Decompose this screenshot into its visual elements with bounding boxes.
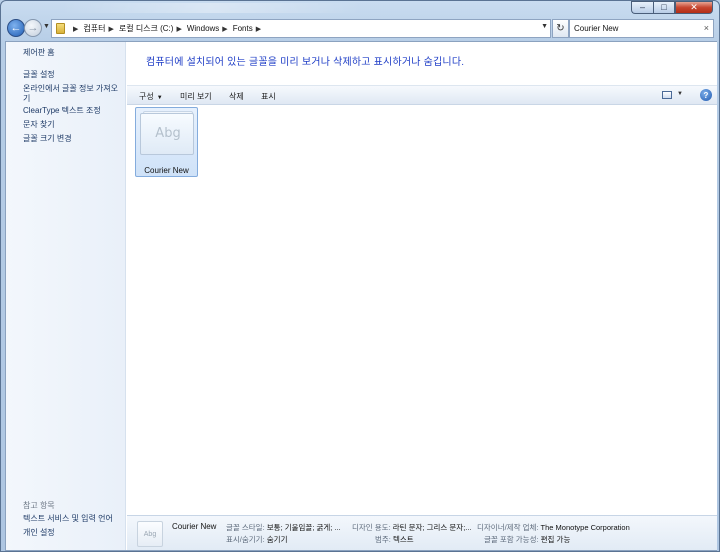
details-pane: Abg Courier New 글꼴 스타일: 보통; 기울임꼴; 굵게; ..…: [127, 515, 717, 550]
forward-button[interactable]: →: [24, 19, 42, 37]
font-file-icon: Abg: [140, 113, 194, 155]
breadcrumb-local-disk[interactable]: 로컬 디스크 (C:): [119, 23, 174, 34]
page-title: 컴퓨터에 설치되어 있는 글꼴을 미리 보거나 삭제하고 표시하거나 숨깁니다.: [146, 57, 465, 68]
help-button[interactable]: ?: [700, 89, 712, 101]
font-sample: Abg: [155, 126, 181, 141]
delete-button[interactable]: 삭제: [229, 91, 244, 102]
design-label: 디자인 용도:: [352, 523, 391, 532]
designer-label: 디자이너/제작 업체:: [477, 523, 539, 532]
breadcrumb-fonts[interactable]: Fonts: [233, 24, 253, 33]
explorer-client-area: 제어판 홈 글꼴 설정 온라인에서 글꼴 정보 가져오기 ClearType 텍…: [5, 41, 717, 551]
minimize-button[interactable]: –: [631, 1, 653, 14]
font-list: Abg Courier New: [127, 105, 717, 515]
view-options-dropdown-icon[interactable]: ▼: [677, 91, 683, 97]
category-value: 텍스트: [392, 535, 414, 544]
see-also-heading: 참고 항목: [23, 501, 55, 510]
sidebar-item-text-services[interactable]: 텍스트 서비스 및 입력 언어: [23, 514, 123, 524]
breadcrumb-windows[interactable]: Windows: [187, 24, 219, 33]
search-query: Courier New: [574, 24, 619, 33]
font-item-label: Courier New: [144, 166, 189, 175]
sidebar-item-font-settings[interactable]: 글꼴 설정: [23, 70, 123, 80]
address-bar[interactable]: ▶ 컴퓨터 ▶ 로컬 디스크 (C:) ▶ Windows ▶ Fonts ▶ …: [51, 19, 551, 38]
details-style: 글꼴 스타일: 보통; 기울임꼴; 굵게; ...: [226, 522, 341, 533]
sidebar-item-cleartype[interactable]: ClearType 텍스트 조정: [23, 106, 123, 116]
breadcrumb-computer[interactable]: 컴퓨터: [83, 23, 105, 34]
details-category: 범주: 텍스트: [375, 534, 414, 545]
embeddability-label: 글꼴 포함 가능성:: [484, 535, 539, 544]
back-button[interactable]: ←: [7, 19, 25, 37]
command-bar: 구성 ▼ 미리 보기 삭제 표시 ▼ ?: [127, 85, 717, 105]
show-hide-value: 숨기기: [266, 535, 288, 544]
refresh-button[interactable]: ↻: [552, 19, 569, 38]
show-button[interactable]: 표시: [261, 91, 276, 102]
details-design: 디자인 용도: 라틴 문자; 그리스 문자;...: [352, 522, 472, 533]
font-thumbnail-icon: Abg: [137, 521, 163, 547]
chevron-right-icon[interactable]: ▶: [108, 25, 113, 33]
address-history-dropdown-icon[interactable]: ▼: [541, 23, 548, 30]
navigation-bar: ← → ▼ ▶ 컴퓨터 ▶ 로컬 디스크 (C:) ▶ Windows ▶ Fo…: [1, 18, 720, 40]
designer-value: The Monotype Corporation: [540, 523, 630, 532]
sidebar-item-character-map[interactable]: 문자 찾기: [23, 120, 123, 130]
chevron-right-icon[interactable]: ▶: [176, 25, 181, 33]
title-bar: [61, 3, 361, 13]
sidebar-item-get-font-info-online[interactable]: 온라인에서 글꼴 정보 가져오기: [23, 84, 123, 104]
close-button[interactable]: ✕: [675, 1, 713, 14]
organize-label: 구성: [139, 92, 154, 101]
chevron-right-icon[interactable]: ▶: [256, 25, 261, 33]
task-pane: 제어판 홈 글꼴 설정 온라인에서 글꼴 정보 가져오기 ClearType 텍…: [6, 42, 126, 550]
details-designer: 디자이너/제작 업체: The Monotype Corporation: [477, 522, 630, 533]
window-frame: – □ ✕ ← → ▼ ▶ 컴퓨터 ▶ 로컬 디스크 (C:) ▶ Window…: [0, 0, 720, 552]
details-show-hide: 표시/숨기기: 숨기기: [226, 534, 287, 545]
show-hide-label: 표시/숨기기:: [226, 535, 265, 544]
details-embeddability: 글꼴 포함 가능성: 편집 가능: [484, 534, 570, 545]
sidebar-item-change-font-size[interactable]: 글꼴 크기 변경: [23, 134, 123, 144]
chevron-right-icon[interactable]: ▶: [222, 25, 227, 33]
organize-button[interactable]: 구성 ▼: [139, 91, 163, 102]
sidebar-item-control-panel-home[interactable]: 제어판 홈: [23, 48, 123, 58]
chevron-down-icon: ▼: [156, 95, 163, 101]
recent-pages-dropdown-icon[interactable]: ▼: [43, 23, 50, 30]
details-font-name: Courier New: [172, 522, 217, 531]
style-label: 글꼴 스타일:: [226, 523, 265, 532]
font-item-courier-new[interactable]: Abg Courier New: [135, 107, 198, 177]
category-label: 범주:: [375, 535, 391, 544]
preview-button[interactable]: 미리 보기: [180, 91, 212, 102]
sidebar-item-personalization[interactable]: 개인 설정: [23, 528, 123, 538]
maximize-button[interactable]: □: [653, 1, 675, 14]
design-value: 라틴 문자; 그리스 문자;...: [392, 523, 472, 532]
chevron-right-icon[interactable]: ▶: [73, 25, 78, 33]
change-view-icon[interactable]: [662, 91, 672, 99]
clear-search-icon[interactable]: ×: [704, 23, 709, 33]
search-input[interactable]: Courier New ×: [569, 19, 714, 38]
style-value: 보통; 기울임꼴; 굵게; ...: [266, 523, 341, 532]
folder-icon: [56, 23, 65, 34]
embeddability-value: 편집 가능: [540, 535, 571, 544]
caption-buttons: – □ ✕: [631, 1, 713, 14]
page-header: 컴퓨터에 설치되어 있는 글꼴을 미리 보거나 삭제하고 표시하거나 숨깁니다.: [127, 42, 717, 87]
